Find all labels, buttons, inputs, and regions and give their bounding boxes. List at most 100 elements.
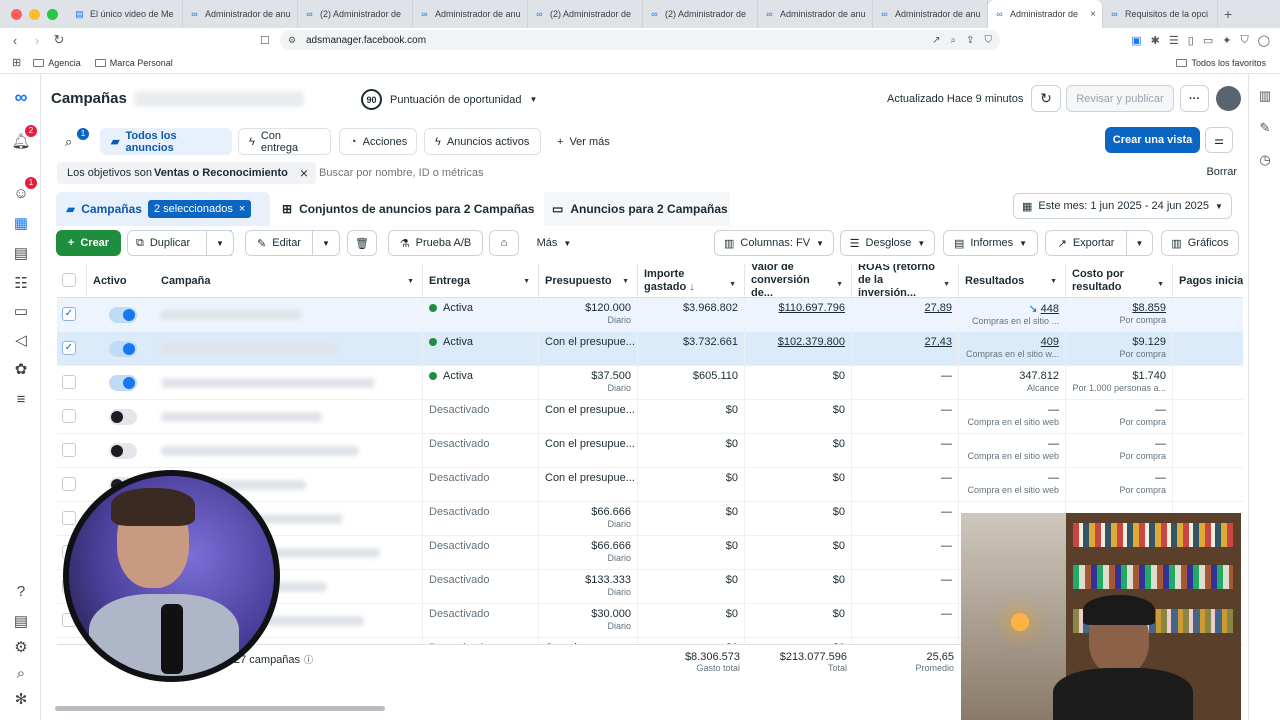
share-icon[interactable]: ⇪ [966,35,974,46]
header-spent[interactable]: Importe gastado ↓ ▼ [638,264,745,298]
header-results[interactable]: Resultados ▼ [959,264,1066,298]
minimize-window-button[interactable] [29,8,40,20]
maximize-window-button[interactable] [47,8,58,20]
browser-tab[interactable]: ∞ Requisitos de la opci [1103,0,1218,28]
reports-icon[interactable]: ▤ [10,610,32,632]
close-tab-icon[interactable]: × [1090,9,1096,20]
tag-button[interactable]: ⌂ [489,230,519,256]
clear-filters-button[interactable]: Borrar [1206,166,1237,178]
table-row[interactable]: Activa $37.500 Diario $605.110 $0 — 347.812 Alc… [57,366,1243,400]
review-publish-button[interactable]: Revisar y publicar [1066,85,1174,112]
close-window-button[interactable] [11,8,22,20]
tab-adsets[interactable]: ⊞ Conjuntos de anuncios para 2 Campañas [282,192,534,226]
chip-active-ads[interactable]: ϟ Anuncios activos [424,128,541,155]
header-cost-per-result[interactable]: Costo por resultado ▼ [1066,264,1173,298]
cell-value[interactable]: $0 [833,506,845,518]
edit-icon[interactable]: ✎ [1257,120,1273,136]
reports-button[interactable]: ▤ Informes ▼ [943,230,1038,256]
row-checkbox[interactable] [62,443,76,457]
cell-value[interactable]: — [941,540,952,552]
reading-list-icon[interactable]: ☰ [1169,34,1179,47]
cell-value[interactable]: — [941,608,952,620]
business-tools-icon[interactable]: ✿ [10,358,32,380]
search-icon[interactable]: ⌕ [10,662,32,684]
tab-ads[interactable]: ▭ Anuncios para 2 Campañas [544,192,730,226]
zoom-icon[interactable]: ⌕ [951,35,957,46]
bookmark-folder[interactable]: Marca Personal [94,58,173,68]
cell-value[interactable]: $8.859 [1132,302,1166,314]
cell-value[interactable]: $0 [833,574,845,586]
notifications-icon[interactable]: 🔔︎ 2 [10,125,37,152]
header-active[interactable]: Activo [87,264,155,298]
menu-icon[interactable]: ≡ [10,388,32,410]
messages-icon[interactable]: ☺ 1 [10,177,37,204]
select-all-checkbox[interactable] [62,273,76,287]
opportunity-score[interactable]: 90 Puntuación de oportunidad ▼ [361,89,537,110]
wallet-icon[interactable]: ▭ [1203,34,1213,47]
extension-icon[interactable]: ▣ [1131,34,1141,47]
cell-value[interactable]: 448 [1041,303,1059,315]
cell-value[interactable]: $9.129 [1132,336,1166,348]
cell-value[interactable]: — [1155,404,1166,416]
browser-tab[interactable]: ∞ Administrador de anu [413,0,528,28]
browser-tab[interactable]: ∞ (2) Administrador de [298,0,413,28]
chip-actions[interactable]: ◔ Acciones [339,128,417,155]
campaign-toggle[interactable] [109,443,137,459]
campaign-search-input[interactable] [319,162,819,184]
cell-value[interactable]: — [1155,438,1166,450]
cell-value[interactable]: — [1155,472,1166,484]
browser-tab[interactable]: ∞ (2) Administrador de [643,0,758,28]
cell-value[interactable]: $0 [833,370,845,382]
chip-all-ads[interactable]: ▰ Todos los anuncios [100,128,232,155]
cell-value[interactable]: — [941,370,952,382]
chip-with-delivery[interactable]: ϟ Con entrega [238,128,331,155]
export-dropdown[interactable]: ▼ [1126,230,1153,256]
settings-icon[interactable]: ⚙ [10,636,32,658]
remove-filter-icon[interactable]: × [300,165,308,181]
campaign-toggle[interactable] [109,375,137,391]
campaign-name[interactable] [155,434,423,468]
refresh-button[interactable]: ↻ [1031,85,1061,112]
columns-button[interactable]: ▥ Columnas: FV ▼ [714,230,834,256]
row-checkbox[interactable] [62,375,76,389]
ab-test-button[interactable]: ⚗ Prueba A/B [388,230,483,256]
search-toggle-icon[interactable]: ⌕ 1 [65,128,89,150]
sidebar-icon[interactable]: ▯ [1188,34,1194,47]
campaign-toggle[interactable] [109,409,137,425]
create-button[interactable]: + Crear [56,230,121,256]
table-row[interactable]: ✓ Activa Con el presupue... $3.732.661 $102.… [57,332,1243,366]
vpn-icon[interactable]: ⛉ [1240,34,1248,47]
edit-button[interactable]: ✎ Editar [245,230,313,256]
row-checkbox[interactable] [62,409,76,423]
more-options-button[interactable]: ··· [1180,85,1209,112]
table-row[interactable]: ✓ Activa $120.000 Diario $3.968.802 $110.697.… [57,298,1243,332]
cell-value[interactable]: 409 [1041,336,1059,348]
tab-campaigns[interactable]: ▰ Campañas 2 seleccionados × [56,192,270,226]
url-field[interactable]: ⚙ adsmanager.facebook.com ↗ ⌕ ⇪ ⛉ [280,30,1000,50]
edit-dropdown[interactable]: ▼ [312,230,340,256]
forward-icon[interactable]: › [26,33,48,48]
avatar[interactable] [1216,86,1241,111]
browser-tab[interactable]: ∞ Administrador de anu [873,0,988,28]
puzzle-icon[interactable]: ✱ [1151,34,1160,47]
profile-icon[interactable]: ◯ [1258,34,1270,47]
cell-value[interactable]: $0 [833,540,845,552]
campaign-name[interactable] [155,332,423,366]
see-more-button[interactable]: + Ver más [546,128,624,155]
objective-filter-chip[interactable]: Los objetivos son Ventas o Reconocimient… [57,162,317,184]
cell-value[interactable]: $0 [833,608,845,620]
header-delivery[interactable]: Entrega ▼ [423,264,539,298]
table-row[interactable]: Desactivado Con el presupue... $0 $0— — Compr… [57,434,1243,468]
campaign-toggle[interactable] [109,307,137,323]
selected-count-badge[interactable]: 2 seleccionados × [147,200,252,218]
header-roas[interactable]: ROAS (retorno de la inversión... ▼ [852,264,959,299]
header-conversion-value[interactable]: Valor de conversión de... ▼ [745,264,852,299]
campaigns-table-icon[interactable]: ▦ [10,212,32,234]
bug-report-icon[interactable]: ✻ [10,688,32,710]
reload-icon[interactable]: ↻ [48,32,70,48]
cell-value[interactable]: $0 [833,472,845,484]
meta-logo-icon[interactable]: ∞ [10,86,32,108]
cell-value[interactable]: — [941,506,952,518]
browser-tab[interactable]: ∞ Administrador de × [988,0,1103,28]
cell-value[interactable]: — [1048,404,1059,416]
